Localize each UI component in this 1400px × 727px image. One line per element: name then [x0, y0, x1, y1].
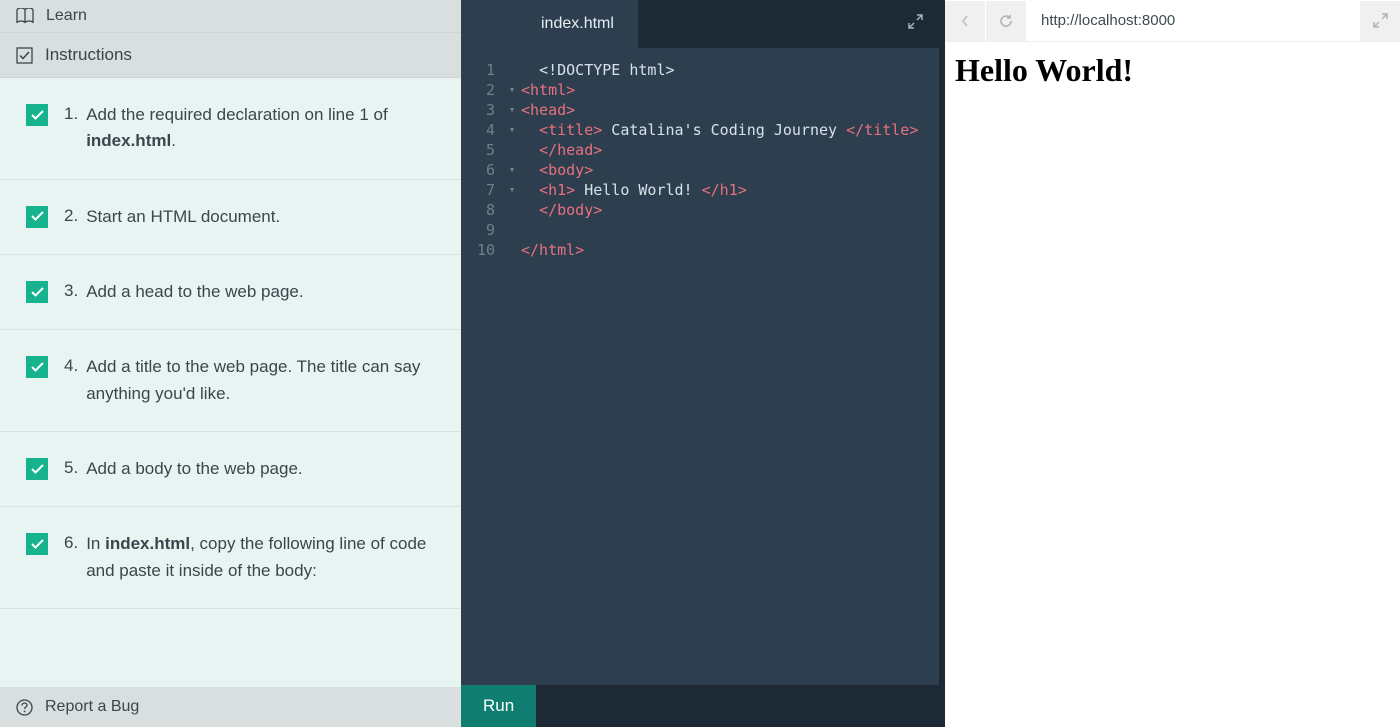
tab-left-pad — [461, 0, 517, 48]
task-text: Add a title to the web page. The title c… — [86, 354, 441, 407]
code-line[interactable]: 4▾ <title> Catalina's Coding Journey </t… — [461, 120, 939, 140]
fold-toggle — [503, 220, 521, 240]
checklist-icon — [16, 47, 33, 64]
report-bug-label: Report a Bug — [45, 698, 139, 716]
left-header: Learn Instructions — [0, 0, 461, 78]
task-checkbox[interactable] — [26, 356, 48, 378]
book-icon — [16, 8, 34, 24]
fold-toggle — [503, 140, 521, 160]
task-number: 4. — [64, 356, 78, 407]
code-editor[interactable]: 1 <!DOCTYPE html>2▾<html>3▾<head>4▾ <tit… — [461, 48, 939, 685]
tab-bar-spacer — [638, 0, 902, 48]
code-line[interactable]: 9 — [461, 220, 939, 240]
fold-toggle — [503, 240, 521, 260]
task-checkbox[interactable] — [26, 281, 48, 303]
task-number: 5. — [64, 458, 78, 482]
code-line[interactable]: 8 </body> — [461, 200, 939, 220]
task-checkbox[interactable] — [26, 104, 48, 126]
line-number: 5 — [461, 140, 503, 160]
report-bug-link[interactable]: Report a Bug — [0, 687, 461, 727]
code-line[interactable]: 10 </html> — [461, 240, 939, 260]
run-button[interactable]: Run — [461, 685, 536, 727]
learn-label: Learn — [46, 7, 87, 25]
line-number: 10 — [461, 240, 503, 260]
task-number: 3. — [64, 281, 78, 305]
code-line[interactable]: 7▾ <h1> Hello World! </h1> — [461, 180, 939, 200]
instructions-panel: Learn Instructions 1.Add the required de… — [0, 0, 461, 727]
task-number: 6. — [64, 533, 78, 584]
task-item: 2. Start an HTML document. — [0, 180, 461, 255]
editor-tab-active[interactable]: index.html — [517, 0, 638, 48]
task-item: 6.In index.html, copy the following line… — [0, 507, 461, 609]
learn-nav[interactable]: Learn — [0, 0, 461, 32]
line-number: 1 — [461, 60, 503, 80]
task-checkbox[interactable] — [26, 206, 48, 228]
reload-button[interactable] — [986, 1, 1026, 41]
task-text: Add a body to the web page. — [86, 456, 302, 482]
task-checkbox[interactable] — [26, 533, 48, 555]
line-number: 7 — [461, 180, 503, 200]
code-line[interactable]: 5 </head> — [461, 140, 939, 160]
task-text: Add the required declaration on line 1 o… — [86, 102, 441, 155]
editor-tab-bar: index.html — [461, 0, 939, 48]
code-content: <h1> Hello World! </h1> — [521, 180, 747, 200]
code-line[interactable]: 3▾<head> — [461, 100, 939, 120]
code-content: <title> Catalina's Coding Journey </titl… — [521, 120, 918, 140]
task-number: 2. — [64, 206, 78, 230]
task-text: Add a head to the web page. — [86, 279, 303, 305]
code-content: <body> — [521, 160, 593, 180]
preview-content: Hello World! — [945, 42, 1400, 99]
task-item: 3. Add a head to the web page. — [0, 255, 461, 330]
code-content: <html> — [521, 80, 575, 100]
preview-panel: http://localhost:8000 Hello World! — [945, 0, 1400, 727]
code-content: </html> — [521, 240, 584, 260]
instructions-label: Instructions — [45, 45, 132, 65]
code-line[interactable]: 2▾<html> — [461, 80, 939, 100]
editor-panel: index.html 1 <!DOCTYPE html>2▾<html>3▾<h… — [461, 0, 939, 727]
task-list: 1.Add the required declaration on line 1… — [0, 78, 461, 727]
task-item: 4.Add a title to the web page. The title… — [0, 330, 461, 432]
run-label: Run — [483, 696, 514, 716]
expand-editor-button[interactable] — [902, 14, 929, 34]
line-number: 6 — [461, 160, 503, 180]
task-text: Start an HTML document. — [86, 204, 280, 230]
editor-tab-label: index.html — [541, 15, 614, 33]
preview-heading: Hello World! — [955, 52, 1390, 89]
task-checkbox[interactable] — [26, 458, 48, 480]
task-item: 5. Add a body to the web page. — [0, 432, 461, 507]
code-line[interactable]: 1 <!DOCTYPE html> — [461, 60, 939, 80]
fold-toggle — [503, 60, 521, 80]
code-content: </body> — [521, 200, 602, 220]
preview-url[interactable]: http://localhost:8000 — [1027, 12, 1360, 29]
expand-preview-button[interactable] — [1360, 1, 1400, 41]
back-button[interactable] — [945, 1, 985, 41]
line-number: 4 — [461, 120, 503, 140]
fold-toggle[interactable]: ▾ — [503, 160, 521, 180]
fold-toggle[interactable]: ▾ — [503, 80, 521, 100]
fold-toggle[interactable]: ▾ — [503, 100, 521, 120]
code-content: <!DOCTYPE html> — [521, 60, 675, 80]
question-icon — [16, 699, 33, 716]
task-item: 1.Add the required declaration on line 1… — [0, 78, 461, 180]
instructions-header[interactable]: Instructions — [0, 32, 461, 77]
fold-toggle — [503, 200, 521, 220]
task-number: 1. — [64, 104, 78, 155]
code-line[interactable]: 6▾ <body> — [461, 160, 939, 180]
task-text: In index.html, copy the following line o… — [86, 531, 441, 584]
line-number: 3 — [461, 100, 503, 120]
fold-toggle[interactable]: ▾ — [503, 120, 521, 140]
line-number: 8 — [461, 200, 503, 220]
line-number: 2 — [461, 80, 503, 100]
code-content: </head> — [521, 140, 602, 160]
line-number: 9 — [461, 220, 503, 240]
code-content: <head> — [521, 100, 575, 120]
fold-toggle[interactable]: ▾ — [503, 180, 521, 200]
preview-toolbar: http://localhost:8000 — [945, 0, 1400, 42]
run-bar: Run — [461, 685, 939, 727]
